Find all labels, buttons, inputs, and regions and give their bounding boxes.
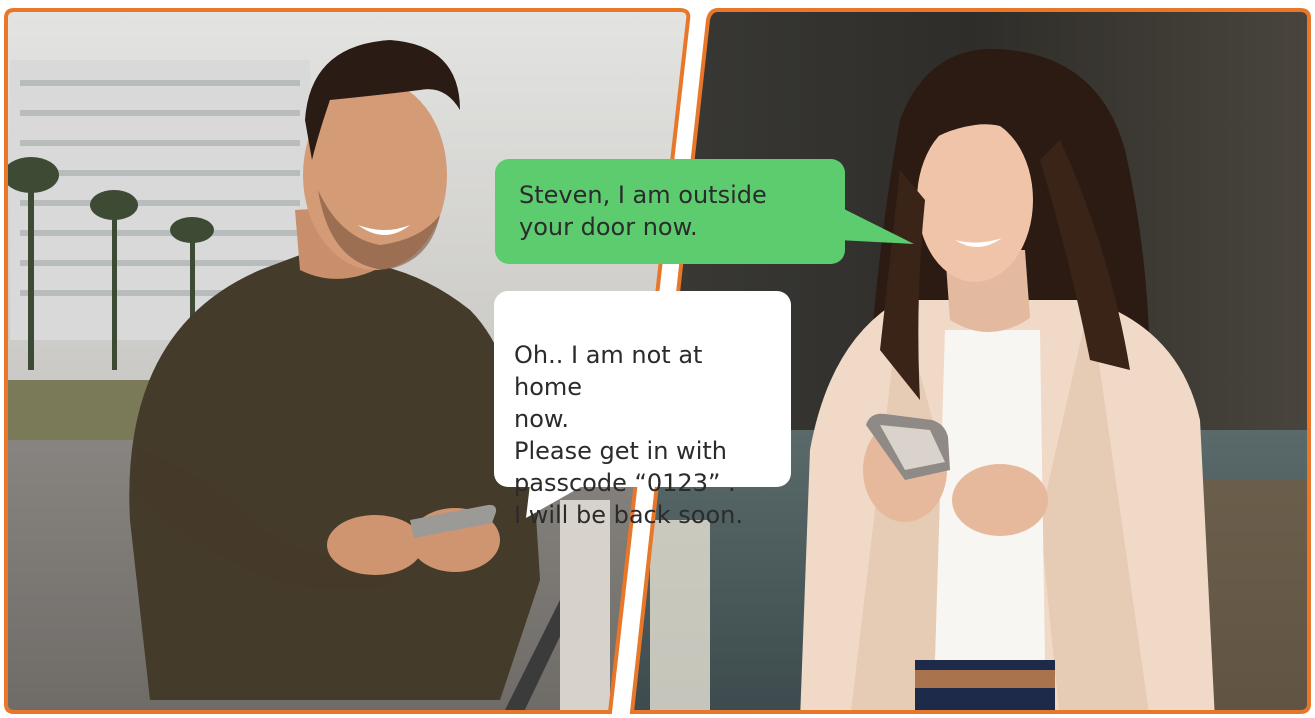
reply-message-bubble: Oh.. I am not at home now. Please get in…: [494, 291, 791, 529]
incoming-bubble-tail: [838, 206, 914, 244]
incoming-message-text: Steven, I am outside your door now.: [519, 181, 767, 241]
incoming-message-bubble: Steven, I am outside your door now.: [495, 159, 845, 264]
split-scene: Steven, I am outside your door now. Oh..…: [0, 0, 1315, 718]
reply-message-text: Oh.. I am not at home now. Please get in…: [514, 341, 743, 529]
